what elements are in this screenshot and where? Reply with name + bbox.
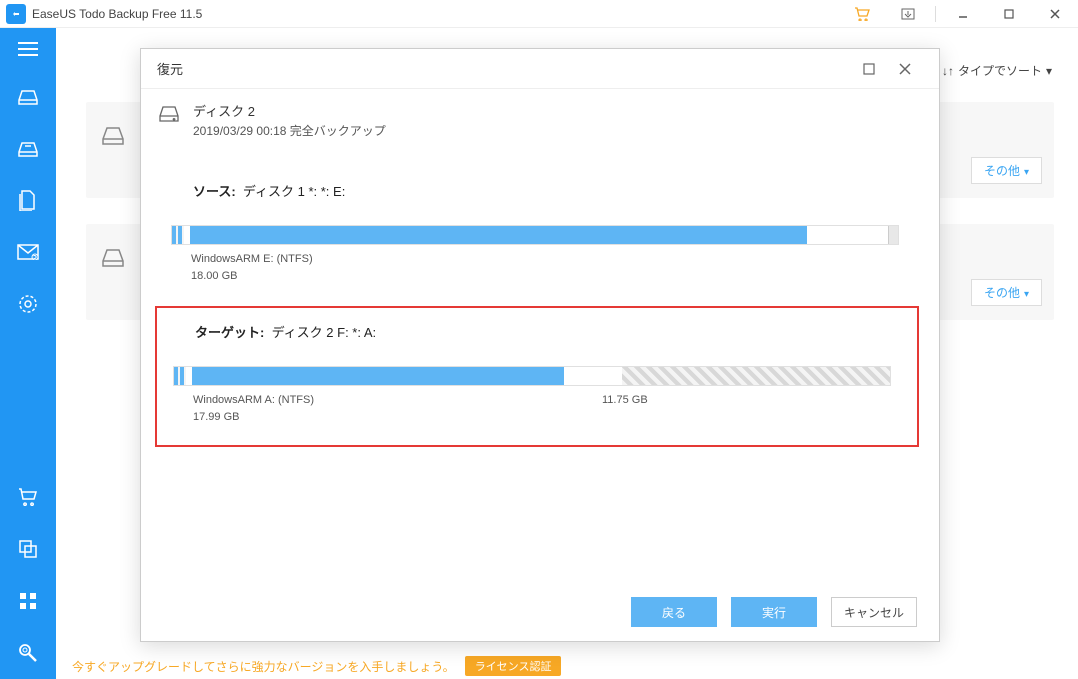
disk-detail: 2019/03/29 00:18 完全バックアップ (193, 122, 386, 139)
execute-button[interactable]: 実行 (731, 597, 817, 627)
clone-icon[interactable] (0, 523, 56, 575)
sidebar (0, 28, 56, 679)
system-backup-icon[interactable] (0, 122, 56, 174)
disk-icon (100, 246, 126, 268)
disk-name: ディスク 2 (193, 101, 386, 120)
dialog-title: 復元 (157, 59, 183, 78)
chevron-down-icon: ▾ (1046, 64, 1052, 78)
promo-bar: 今すぐアップグレードしてさらに強力なバージョンを入手しましょう。 ライセンス認証 (56, 653, 1078, 679)
shop-icon[interactable] (0, 471, 56, 523)
source-bar-info: WindowsARM E: (NTFS) 18.00 GB (191, 251, 899, 284)
app-logo (6, 4, 26, 24)
license-button[interactable]: ライセンス認証 (465, 656, 562, 676)
target-label: ターゲット: (195, 325, 264, 340)
back-button[interactable]: 戻る (631, 597, 717, 627)
maximize-icon[interactable] (986, 0, 1032, 28)
minimize-icon[interactable] (940, 0, 986, 28)
smart-backup-icon[interactable] (0, 278, 56, 330)
source-section: ソース: ディスク 1 *: *: E: (141, 169, 939, 207)
sort-control[interactable]: ↓↑ タイプでソート ▾ (942, 62, 1052, 79)
dialog-close-icon[interactable] (887, 49, 923, 89)
log-icon[interactable] (885, 0, 931, 28)
promo-text: 今すぐアップグレードしてさらに強力なバージョンを入手しましょう。 (72, 658, 455, 675)
dialog-header: 復元 (141, 49, 939, 89)
cart-icon[interactable] (839, 0, 885, 28)
app-title: EaseUS Todo Backup Free 11.5 (32, 7, 202, 21)
chevron-down-icon: ▾ (1024, 289, 1029, 300)
chevron-down-icon: ▾ (1024, 167, 1029, 178)
target-bar[interactable] (173, 366, 891, 386)
sort-arrow-icon: ↓↑ (942, 64, 954, 78)
close-icon[interactable] (1032, 0, 1078, 28)
disk-icon (100, 124, 126, 146)
tools-icon[interactable] (0, 575, 56, 627)
source-partition-name: WindowsARM E: (NTFS) (191, 251, 899, 268)
target-partition-name: WindowsARM A: (NTFS) (193, 392, 482, 409)
more-button[interactable]: その他▾ (971, 279, 1042, 306)
target-section: ターゲット: ディスク 2 F: *: A: (157, 308, 917, 348)
source-partition-size: 18.00 GB (191, 268, 899, 285)
target-value: ディスク 2 F: *: A: (272, 325, 377, 340)
restore-dialog: 復元 ディスク 2 2019/03/29 00:18 完全バックアップ ソース:… (140, 48, 940, 642)
more-button[interactable]: その他▾ (971, 157, 1042, 184)
file-backup-icon[interactable] (0, 174, 56, 226)
target-highlight-box: ターゲット: ディスク 2 F: *: A: WindowsARM A: (NT… (155, 306, 919, 447)
menu-icon[interactable] (0, 28, 56, 70)
source-value: ディスク 1 *: *: E: (243, 184, 345, 199)
titlebar: EaseUS Todo Backup Free 11.5 (0, 0, 1078, 28)
disk-info-row: ディスク 2 2019/03/29 00:18 完全バックアップ (141, 89, 939, 139)
mail-backup-icon[interactable] (0, 226, 56, 278)
target-unalloc-size: 11.75 GB (602, 392, 891, 409)
cancel-button[interactable]: キャンセル (831, 597, 917, 627)
dialog-maximize-icon[interactable] (851, 49, 887, 89)
dialog-footer: 戻る 実行 キャンセル (141, 583, 939, 641)
source-label: ソース: (193, 184, 236, 199)
target-partition-size: 17.99 GB (193, 409, 482, 426)
sort-label: タイプでソート (958, 62, 1042, 79)
disk-icon (157, 103, 181, 123)
settings-icon[interactable] (0, 627, 56, 679)
source-bar (171, 225, 899, 245)
target-bar-info: WindowsARM A: (NTFS) 17.99 GB 11.75 GB (193, 392, 891, 425)
dialog-body: ディスク 2 2019/03/29 00:18 完全バックアップ ソース: ディ… (141, 89, 939, 583)
disk-backup-icon[interactable] (0, 70, 56, 122)
